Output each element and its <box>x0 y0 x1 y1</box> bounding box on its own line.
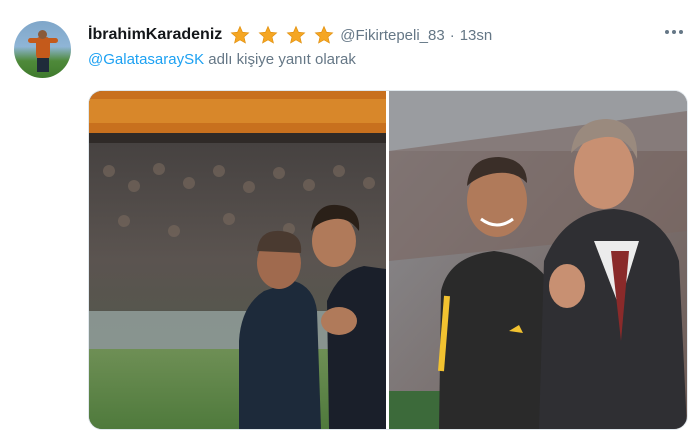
reply-context-text: adlı kişiye yanıt olarak <box>204 51 356 68</box>
star-icon <box>314 25 334 44</box>
display-name[interactable]: İbrahimKaradeniz <box>88 26 222 44</box>
tweet-header: İbrahimKaradeniz @Fikirtepeli_83 · 13sn <box>88 24 492 46</box>
user-handle[interactable]: @Fikirtepeli_83 <box>340 27 444 44</box>
avatar-figure-legs <box>37 58 49 72</box>
avatar-figure-body <box>36 37 50 59</box>
mention-link[interactable]: @GalatasaraySK <box>88 51 204 68</box>
photo-left-image <box>89 91 386 429</box>
tweet-card[interactable]: İbrahimKaradeniz @Fikirtepeli_83 · 13sn … <box>0 0 700 441</box>
star-icon <box>258 25 278 44</box>
reply-context: @GalatasaraySK adlı kişiye yanıt olarak <box>88 51 356 68</box>
profile-avatar[interactable] <box>14 21 71 78</box>
separator-dot: · <box>449 26 455 44</box>
star-icon <box>230 25 250 44</box>
tweet-timestamp[interactable]: 13sn <box>460 27 493 44</box>
photo-right[interactable] <box>389 91 687 429</box>
more-options-icon[interactable] <box>663 26 685 38</box>
tweet-media[interactable] <box>88 90 688 430</box>
star-emoji-group <box>230 25 334 45</box>
avatar-figure-head <box>38 30 47 39</box>
star-icon <box>286 25 306 44</box>
photo-left[interactable] <box>89 91 386 429</box>
photo-right-image <box>389 91 687 429</box>
